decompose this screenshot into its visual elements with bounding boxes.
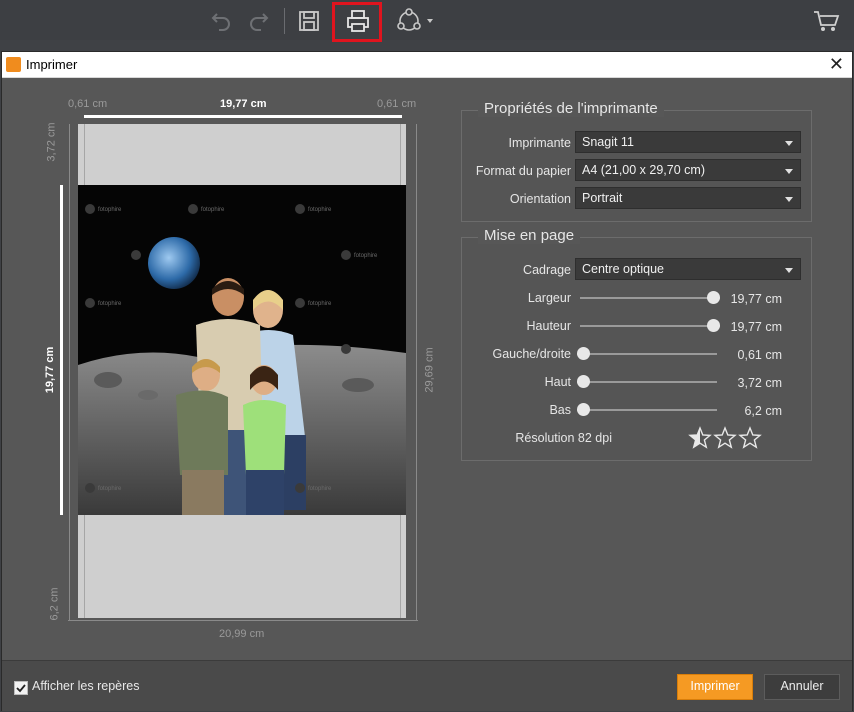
show-guides-label[interactable]: Afficher les repères (32, 679, 139, 693)
undo-button[interactable] (205, 6, 237, 36)
height-slider[interactable] (580, 319, 720, 333)
page-width-label: 20,99 cm (219, 628, 265, 640)
chevron-down-icon (785, 268, 793, 273)
printer-label: Imprimante (508, 136, 571, 150)
app-toolbar (0, 0, 854, 42)
watermark-text: fotophire (98, 486, 122, 492)
quality-rating (688, 426, 764, 455)
crop-select[interactable]: Centre optique (575, 258, 801, 280)
dialog-titlebar: Imprimer ✕ (2, 52, 852, 78)
print-highlight-box (332, 2, 382, 42)
chevron-down-icon (785, 141, 793, 146)
watermark-text: fotophire (308, 301, 332, 307)
watermark-text: fotophire (308, 486, 332, 492)
print-confirm-button[interactable]: Imprimer (677, 674, 753, 700)
top-slider[interactable] (577, 375, 717, 389)
paper-format-select[interactable]: A4 (21,00 x 29,70 cm) (575, 159, 801, 181)
print-height-label: 19,77 cm (44, 346, 57, 394)
print-width-label: 19,77 cm (220, 98, 267, 110)
close-icon[interactable]: ✕ (829, 54, 844, 74)
orientation-value: Portrait (582, 191, 623, 205)
moon-family-image: fotophire fotophire fotophire fotophire … (78, 185, 406, 515)
printer-value: Snagit 11 (582, 135, 634, 149)
leftright-slider[interactable] (577, 347, 717, 361)
crop-value: Centre optique (582, 262, 665, 276)
top-margin-label: 3,72 cm (45, 122, 58, 162)
resolution-label: Résolution 82 dpi (515, 431, 612, 445)
slider-knob[interactable] (707, 319, 720, 332)
chevron-down-icon (785, 169, 793, 174)
watermark-text: fotophire (98, 301, 122, 307)
show-guides-checkbox[interactable] (14, 681, 28, 695)
margin-left-label: 0,61 cm (68, 98, 108, 110)
paper-format-value: A4 (21,00 x 29,70 cm) (582, 163, 705, 177)
watermark-text: fotophire (308, 207, 332, 213)
top-value: 3,72 cm (737, 376, 782, 390)
guide-left (69, 124, 70, 620)
share-button[interactable] (394, 6, 436, 36)
guide-bottom (68, 620, 418, 621)
toolbar-separator (284, 8, 285, 34)
paper-format-label: Format du papier (475, 164, 571, 178)
slider-knob[interactable] (577, 347, 590, 360)
slider-knob[interactable] (577, 375, 590, 388)
height-value: 19,77 cm (730, 320, 782, 334)
bottom-slider[interactable] (577, 403, 717, 417)
watermark-text: fotophire (98, 207, 122, 213)
leftright-value: 0,61 cm (737, 348, 782, 362)
page-height-label: 29,69 cm (423, 347, 436, 393)
top-slider-label: Haut (544, 375, 571, 389)
layout-title: Mise en page (478, 227, 581, 244)
share-icon (397, 8, 433, 31)
save-icon (299, 11, 319, 31)
slider-knob[interactable] (577, 403, 590, 416)
chevron-down-icon (785, 197, 793, 202)
redo-icon (250, 13, 269, 31)
cart-button[interactable] (808, 6, 844, 36)
guide-right (416, 124, 417, 620)
app-logo-icon (6, 57, 21, 72)
height-slider-label: Hauteur (526, 319, 571, 333)
cancel-button[interactable]: Annuler (764, 674, 840, 700)
undo-icon (211, 13, 230, 31)
checkmark-icon (16, 684, 26, 693)
print-photo: fotophire fotophire fotophire fotophire … (78, 185, 406, 515)
orientation-label: Orientation (509, 192, 571, 206)
printer-select[interactable]: Snagit 11 (575, 131, 801, 153)
watermark-text: fotophire (201, 207, 225, 213)
orientation-select[interactable]: Portrait (575, 187, 801, 209)
bottom-margin-label: 6,2 cm (48, 587, 61, 621)
width-ruler (84, 115, 402, 118)
leftright-slider-label: Gauche/droite (492, 347, 571, 361)
printer-properties-title: Propriétés de l'imprimante (478, 100, 664, 117)
star-rating-icon (688, 426, 762, 449)
save-button[interactable] (293, 6, 325, 36)
bottom-slider-label: Bas (549, 403, 571, 417)
width-value: 19,77 cm (730, 292, 782, 306)
watermark-text: fotophire (354, 253, 378, 259)
width-slider[interactable] (580, 291, 720, 305)
redo-button[interactable] (243, 6, 275, 36)
bottom-value: 6,2 cm (744, 404, 782, 418)
cart-icon (814, 11, 840, 31)
width-slider-label: Largeur (527, 291, 571, 305)
height-ruler (60, 185, 63, 515)
margin-right-label: 0,61 cm (377, 98, 417, 110)
slider-knob[interactable] (707, 291, 720, 304)
crop-label: Cadrage (523, 263, 571, 277)
dialog-footer: Afficher les repères Imprimer Annuler (2, 660, 852, 711)
dialog-title: Imprimer (26, 57, 78, 72)
